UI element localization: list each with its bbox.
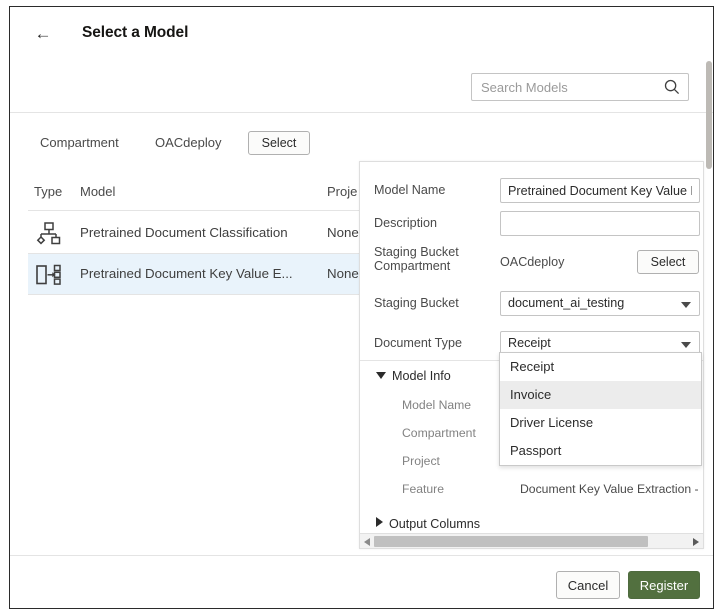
panel-horizontal-scrollbar[interactable] bbox=[360, 533, 703, 548]
arrow-left-icon[interactable]: ← bbox=[32, 24, 54, 44]
compartment-value: OACdeploy bbox=[155, 135, 221, 150]
dropdown-option-driver-license[interactable]: Driver License bbox=[500, 409, 701, 437]
chevron-down-icon bbox=[681, 302, 691, 308]
model-name-cell: Pretrained Document Key Value E... bbox=[80, 266, 293, 281]
scrollbar-thumb[interactable] bbox=[706, 61, 712, 169]
model-name-cell: Pretrained Document Classification bbox=[80, 225, 288, 240]
chevron-down-icon bbox=[681, 342, 691, 348]
scrollbar-thumb[interactable] bbox=[374, 536, 648, 547]
staging-bucket-compartment-select-button[interactable]: Select bbox=[637, 250, 699, 274]
key-value-extraction-icon bbox=[34, 262, 62, 288]
cancel-button[interactable]: Cancel bbox=[556, 571, 620, 599]
info-label-feature: Feature bbox=[402, 482, 444, 496]
info-value-feature: Document Key Value Extraction - bbox=[520, 482, 699, 496]
column-header-model: Model bbox=[80, 184, 115, 199]
output-columns-section-toggle[interactable]: Output Columns bbox=[376, 517, 480, 531]
document-classification-icon bbox=[34, 221, 62, 247]
staging-bucket-compartment-label-line1: Staging Bucket bbox=[374, 245, 459, 260]
model-info-section-toggle[interactable]: Model Info bbox=[376, 369, 451, 383]
search-icon[interactable] bbox=[663, 78, 681, 96]
project-cell: None bbox=[327, 266, 359, 281]
staging-bucket-label: Staging Bucket bbox=[374, 296, 459, 311]
dialog-vertical-scrollbar[interactable] bbox=[705, 61, 713, 553]
triangle-right-icon bbox=[376, 517, 383, 527]
scroll-right-arrow-icon[interactable] bbox=[693, 538, 699, 546]
description-input[interactable] bbox=[500, 211, 700, 236]
search-input[interactable] bbox=[472, 74, 660, 100]
project-cell: None bbox=[327, 225, 359, 240]
staging-bucket-compartment-label-line2: Compartment bbox=[374, 259, 450, 274]
dialog-header: ← Select a Model bbox=[10, 7, 713, 60]
footer-divider bbox=[10, 555, 713, 556]
model-info-section-title: Model Info bbox=[392, 369, 451, 383]
info-label-model-name: Model Name bbox=[402, 398, 471, 412]
model-name-label: Model Name bbox=[374, 183, 445, 198]
document-type-selected-value: Receipt bbox=[508, 336, 551, 350]
column-header-project: Proje bbox=[327, 184, 357, 199]
description-label: Description bbox=[374, 216, 437, 231]
staging-bucket-select[interactable]: document_ai_testing bbox=[500, 291, 700, 316]
dropdown-option-passport[interactable]: Passport bbox=[500, 437, 701, 465]
scroll-left-arrow-icon[interactable] bbox=[364, 538, 370, 546]
select-a-model-dialog: ← Select a Model Compartment OACdeploy S… bbox=[9, 6, 714, 609]
search-models-field[interactable] bbox=[471, 73, 689, 101]
document-type-label: Document Type bbox=[374, 336, 462, 351]
column-header-type: Type bbox=[34, 184, 62, 199]
document-type-dropdown-menu[interactable]: Receipt Invoice Driver License Passport bbox=[499, 352, 702, 466]
triangle-down-icon bbox=[376, 372, 386, 379]
staging-bucket-compartment-value: OACdeploy bbox=[500, 255, 564, 269]
compartment-select-button[interactable]: Select bbox=[248, 131, 310, 155]
output-columns-section-title: Output Columns bbox=[389, 517, 480, 531]
register-button[interactable]: Register bbox=[628, 571, 700, 599]
page-title: Select a Model bbox=[82, 24, 188, 42]
header-divider bbox=[10, 112, 713, 113]
staging-bucket-selected-value: document_ai_testing bbox=[508, 296, 624, 310]
info-label-compartment: Compartment bbox=[402, 426, 476, 440]
dropdown-option-receipt[interactable]: Receipt bbox=[500, 353, 701, 381]
model-name-input[interactable] bbox=[500, 178, 700, 203]
info-label-project: Project bbox=[402, 454, 440, 468]
compartment-label: Compartment bbox=[40, 135, 119, 150]
dropdown-option-invoice[interactable]: Invoice bbox=[500, 381, 701, 409]
